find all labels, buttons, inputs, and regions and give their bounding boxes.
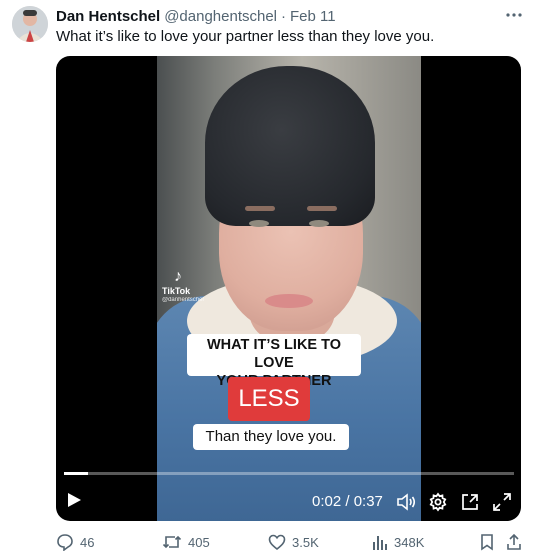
mouth [265,294,313,308]
repost-count: 405 [188,534,210,550]
caption-bottom: Than they love you. [193,424,349,450]
action-bar: 46 405 3.5K 348K [56,533,521,553]
play-icon[interactable] [66,492,82,508]
more-icon[interactable] [503,6,525,24]
right-brow [307,206,337,211]
share-button[interactable] [506,533,522,551]
tiktok-watermark: ♪ TikTok @danhentschel [162,268,204,304]
bookmark-button[interactable] [479,533,495,551]
heart-icon [268,534,286,551]
views-icon [373,536,387,550]
progress-fill [64,472,89,475]
like-button[interactable]: 3.5K [268,533,319,551]
avatar[interactable] [12,6,48,42]
tweet-date[interactable]: Feb 11 [290,8,336,25]
tweet-header: Dan Hentschel @danghentschel · Feb 11 [56,8,336,25]
time-display: 0:02 / 0:37 [312,493,383,510]
video-player[interactable]: ♪ TikTok @danhentschel WHAT IT’S LIKE TO… [56,56,521,521]
caption-line-1: WHAT IT’S LIKE TO LOVE [207,337,341,371]
views-button[interactable]: 348K [372,533,424,551]
video-frame[interactable]: ♪ TikTok @danhentschel WHAT IT’S LIKE TO… [157,56,421,521]
like-count: 3.5K [292,534,319,550]
left-eye [249,220,269,227]
author-handle[interactable]: @danghentschel [164,8,277,25]
settings-icon[interactable] [428,492,448,512]
progress-bar[interactable] [64,472,514,475]
pip-icon[interactable] [460,492,480,512]
tiktok-label: TikTok [162,286,191,296]
beanie-shape [205,66,375,226]
tweet: Dan Hentschel @danghentschel · Feb 11 Wh… [0,0,540,558]
left-brow [245,206,275,211]
fullscreen-icon[interactable] [492,492,512,512]
tweet-text: What it’s like to love your partner less… [56,28,435,45]
repost-button[interactable]: 405 [162,533,210,551]
repost-icon [162,535,182,549]
tiktok-handle: @danhentschel [162,297,204,303]
views-count: 348K [394,534,425,550]
author-name[interactable]: Dan Hentschel [56,8,160,25]
volume-icon[interactable] [396,492,416,512]
right-eye [309,220,329,227]
caption-less: LESS [228,377,310,421]
reply-button[interactable]: 46 [56,533,94,551]
separator-dot: · [281,8,287,25]
tiktok-icon: ♪ [174,268,182,285]
bookmark-icon [481,534,493,551]
share-icon [507,533,521,550]
caption-top: WHAT IT’S LIKE TO LOVE YOUR PARTNER [187,334,361,389]
reply-count: 46 [80,534,95,550]
reply-icon [57,534,73,551]
